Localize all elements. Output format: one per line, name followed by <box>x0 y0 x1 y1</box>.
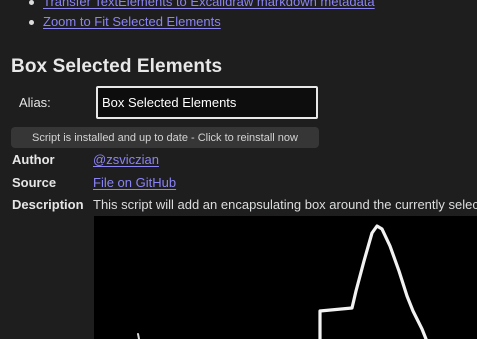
script-store-page: Transfer TextElements to Excalidraw mark… <box>0 0 477 339</box>
list-item: Transfer TextElements to Excalidraw mark… <box>29 0 375 12</box>
alias-input[interactable] <box>96 86 318 119</box>
related-scripts-list: Transfer TextElements to Excalidraw mark… <box>24 0 375 32</box>
sketch-stroke <box>318 224 428 339</box>
transfer-text-elements-link[interactable]: Transfer TextElements to Excalidraw mark… <box>43 0 375 9</box>
source-label: Source <box>12 175 57 190</box>
sketch-stroke <box>137 333 140 339</box>
zoom-to-fit-link[interactable]: Zoom to Fit Selected Elements <box>43 14 221 29</box>
script-title-heading: Box Selected Elements <box>11 56 223 77</box>
author-label: Author <box>12 152 55 167</box>
source-link[interactable]: File on GitHub <box>93 175 176 190</box>
description-label: Description <box>12 197 84 212</box>
description-text: This script will add an encapsulating bo… <box>93 197 477 212</box>
alias-label: Alias: <box>19 95 51 110</box>
list-item: Zoom to Fit Selected Elements <box>29 12 375 32</box>
script-preview-image <box>94 216 477 339</box>
sketch-drawing <box>137 224 428 339</box>
author-link[interactable]: @zsviczian <box>93 152 159 167</box>
reinstall-button[interactable]: Script is installed and up to date - Cli… <box>11 127 319 148</box>
